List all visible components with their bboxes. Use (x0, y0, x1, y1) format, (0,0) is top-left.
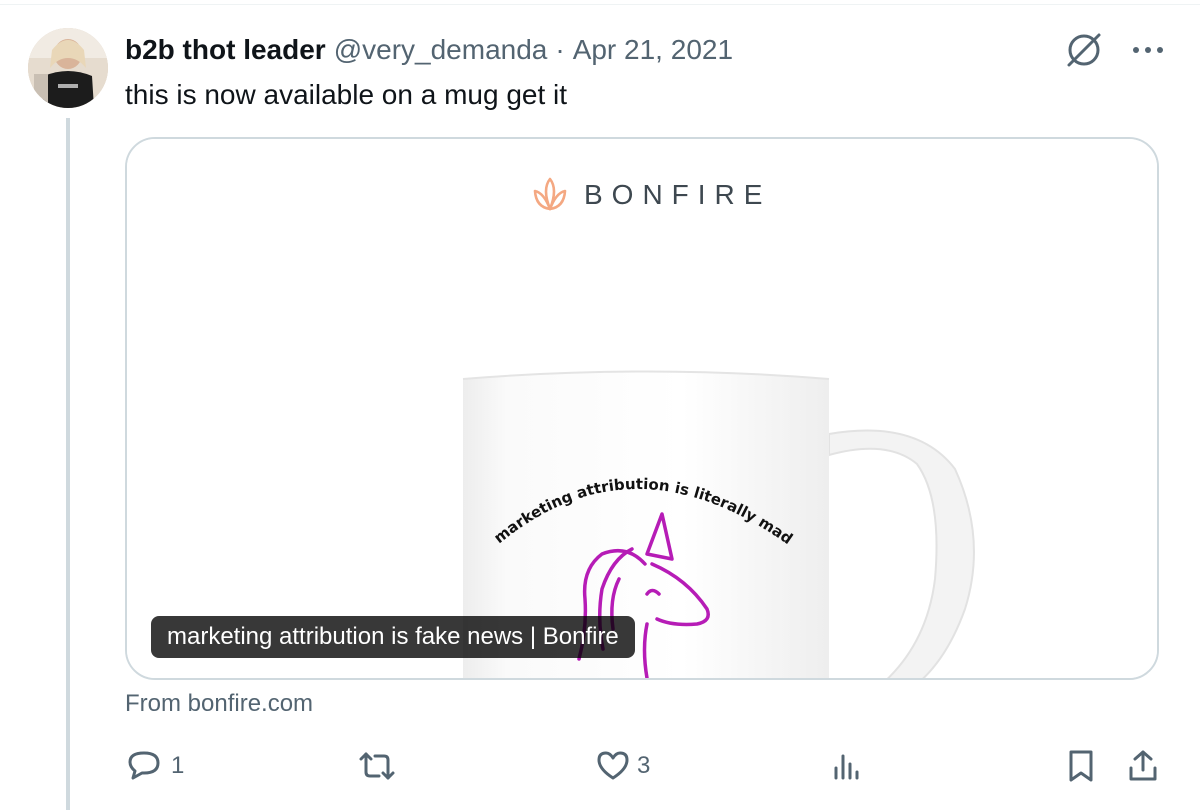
tweet-text: this is now available on a mug get it (125, 79, 568, 110)
bonfire-brand: BONFIRE (532, 175, 771, 215)
tweet-header: b2b thot leader @very_demanda · Apr 21, … (125, 30, 733, 70)
header-separator: · (555, 34, 565, 65)
retweet-button[interactable] (357, 748, 403, 784)
card-caption: marketing attribution is fake news | Bon… (151, 616, 635, 658)
reply-count: 1 (171, 752, 185, 779)
author-handle[interactable]: @very_demanda (334, 34, 548, 66)
heart-icon (597, 751, 629, 780)
flame-logo-icon (533, 177, 567, 211)
author-name[interactable]: b2b thot leader (125, 34, 326, 66)
reply-icon (128, 751, 160, 780)
like-button[interactable]: 3 (595, 748, 650, 784)
top-divider (0, 4, 1200, 5)
tweet-actions: 1 3 (125, 748, 1165, 788)
views-button[interactable] (829, 748, 865, 784)
bookmark-icon (1069, 750, 1093, 782)
bookmark-button[interactable] (1063, 748, 1099, 784)
brand-name: BONFIRE (584, 179, 772, 210)
like-count: 3 (637, 752, 651, 779)
tweet-date[interactable]: Apr 21, 2021 (573, 34, 733, 66)
reply-button[interactable]: 1 (125, 748, 184, 784)
share-button[interactable] (1125, 748, 1161, 784)
header-icons (1064, 30, 1164, 70)
mug-image: marketing attribution is literally made … (127, 139, 1157, 678)
views-icon (834, 754, 859, 780)
link-card[interactable]: marketing attribution is literally made … (125, 137, 1159, 680)
retweet-icon (359, 752, 395, 780)
card-source-link[interactable]: From bonfire.com (125, 690, 313, 718)
thread-line (66, 118, 70, 810)
avatar[interactable] (28, 28, 108, 108)
grok-icon[interactable] (1064, 30, 1104, 70)
share-icon (1129, 750, 1157, 781)
more-options-icon[interactable] (1132, 44, 1164, 56)
